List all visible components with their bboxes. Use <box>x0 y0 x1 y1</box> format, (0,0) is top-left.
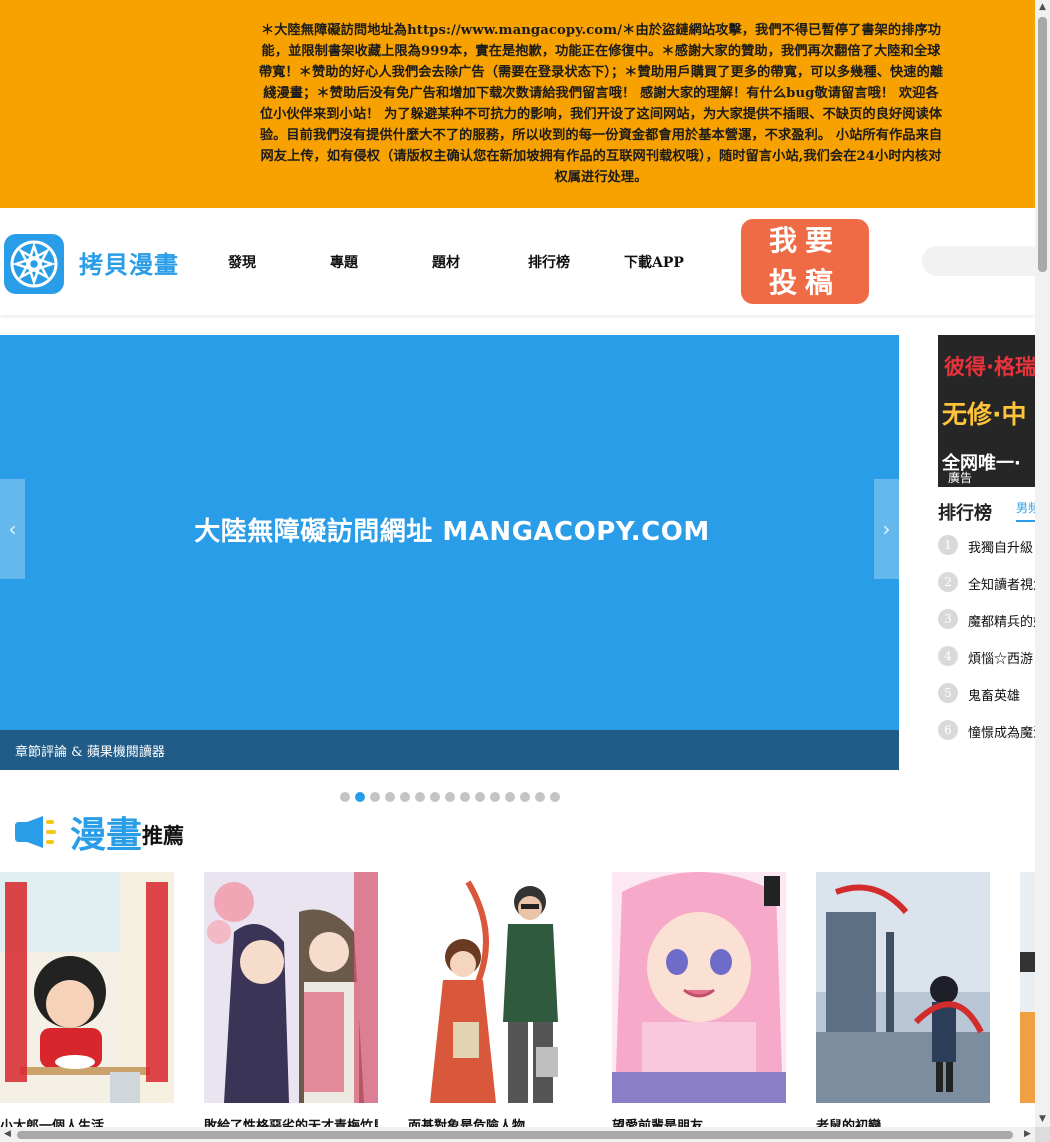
comic-cover[interactable] <box>1020 872 1035 1103</box>
rank-title: 我獨自升級 <box>968 541 1034 556</box>
carousel-dot[interactable] <box>520 792 530 802</box>
carousel-dot[interactable] <box>505 792 515 802</box>
submit-label-line2: 投稿 <box>768 265 841 299</box>
submit-work-button[interactable]: 我要 投稿 <box>741 219 869 304</box>
ranking-item[interactable]: 4 煩惱☆西游 <box>938 646 1050 668</box>
submit-label-line1: 我要 <box>768 223 841 257</box>
ranking-item[interactable]: 1 我獨自升級 <box>938 535 1050 557</box>
comic-cover[interactable] <box>204 872 378 1103</box>
site-logo-text[interactable]: 拷貝漫畫 <box>79 245 179 280</box>
ranking-item[interactable]: 2 全知讀者視角 <box>938 572 1050 594</box>
carousel-dot[interactable] <box>340 792 350 802</box>
scrollbar-corner <box>1035 1127 1050 1142</box>
rank-number: 2 <box>938 572 958 592</box>
carousel-next-button[interactable]: › <box>874 479 899 579</box>
carousel-dot[interactable] <box>385 792 395 802</box>
nav-topics[interactable]: 專題 <box>330 252 358 272</box>
comic-cover[interactable] <box>612 872 786 1103</box>
carousel-dot[interactable] <box>430 792 440 802</box>
scroll-left-icon[interactable]: ◀ <box>0 1127 15 1142</box>
horizontal-scrollbar[interactable]: ◀ ▶ <box>0 1127 1035 1142</box>
announcement-text: ＊大陸無障礙訪問地址為https://www.mangacopy.com/＊由於… <box>258 23 944 185</box>
scroll-down-icon[interactable]: ▼ <box>1035 1112 1050 1127</box>
nav-genres[interactable]: 題材 <box>432 252 460 272</box>
rank-number: 3 <box>938 609 958 629</box>
site-header: 拷貝漫畫 發現 專題 題材 排行榜 下載APP 我要 投稿 <box>0 208 1050 315</box>
comic-card[interactable]: 我 <box>1020 872 1035 1103</box>
carousel-dot[interactable] <box>370 792 380 802</box>
vertical-scrollbar[interactable]: ▲ ▼ <box>1035 0 1050 1127</box>
ad-line-1: 彼得·格瑞 <box>944 355 1036 379</box>
carousel-dot[interactable] <box>400 792 410 802</box>
nav-discover[interactable]: 發現 <box>228 252 256 272</box>
rank-title: 鬼畜英雄 <box>968 689 1021 704</box>
comic-cover[interactable] <box>816 872 990 1103</box>
carousel-dot[interactable] <box>355 792 365 802</box>
scroll-right-icon[interactable]: ▶ <box>1020 1127 1035 1142</box>
search-input[interactable] <box>922 246 1050 276</box>
carousel-dot[interactable] <box>535 792 545 802</box>
comic-card[interactable]: 小太郎一個人生活 <box>0 872 174 1134</box>
vertical-scroll-thumb[interactable] <box>1038 17 1047 272</box>
carousel-prev-button[interactable]: ‹ <box>0 479 25 579</box>
slide-text: 大陸無障礙訪問網址 MANGACOPY.COM <box>194 517 710 547</box>
rank-number: 1 <box>938 535 958 555</box>
ranking-item[interactable]: 3 魔都精兵的奴隸 <box>938 609 1050 631</box>
comic-cover[interactable] <box>408 872 582 1103</box>
chevron-right-icon: › <box>882 517 891 541</box>
ranking-item[interactable]: 5 鬼畜英雄 <box>938 683 1050 705</box>
section-title: 漫畫 <box>70 815 143 856</box>
comic-cover[interactable] <box>0 872 174 1103</box>
rank-number: 6 <box>938 720 958 740</box>
rank-number: 4 <box>938 646 958 666</box>
slide-caption[interactable]: 章節評論 & 蘋果機閱讀器 <box>15 741 165 760</box>
ranking-title: 排行榜 <box>938 503 992 524</box>
comic-card[interactable]: 敗給了性格惡劣的天才青梅竹馬 <box>204 872 378 1134</box>
ad-line-2: 无修·中 <box>942 400 1027 429</box>
nav-download-app[interactable]: 下載APP <box>624 252 684 272</box>
nav-ranking[interactable]: 排行榜 <box>528 252 570 272</box>
chevron-left-icon: ‹ <box>8 517 17 541</box>
site-logo-icon[interactable] <box>4 234 64 294</box>
announcement-banner: ＊大陸無障礙訪問地址為https://www.mangacopy.com/＊由於… <box>0 0 1035 208</box>
carousel-dot[interactable] <box>490 792 500 802</box>
megaphone-icon <box>15 816 56 848</box>
section-subtitle: 推薦 <box>142 824 184 848</box>
ad-label: 廣告 <box>948 471 973 485</box>
carousel-dot[interactable] <box>445 792 455 802</box>
banner-carousel[interactable]: 大陸無障礙訪問網址 MANGACOPY.COM ‹ › 章節評論 & 蘋果機閱讀… <box>0 335 899 770</box>
carousel-pagination <box>340 792 560 802</box>
rank-number: 5 <box>938 683 958 703</box>
horizontal-scroll-thumb[interactable] <box>17 1131 1013 1139</box>
scroll-up-icon[interactable]: ▲ <box>1035 0 1050 15</box>
carousel-dot[interactable] <box>550 792 560 802</box>
carousel-dot[interactable] <box>475 792 485 802</box>
ranking-item[interactable]: 6 憧憬成為魔法少女 <box>938 720 1050 742</box>
comic-card[interactable]: 老鼠的初戀 <box>816 872 990 1134</box>
slide-caption-bar: 章節評論 & 蘋果機閱讀器 <box>0 730 899 770</box>
comic-card[interactable]: 望愛前輩是朋友 <box>612 872 786 1134</box>
advertisement[interactable]: 彼得·格瑞 无修·中 全网唯一· 廣告 <box>938 335 1050 487</box>
rank-title: 煩惱☆西游 <box>968 652 1034 667</box>
carousel-dot[interactable] <box>415 792 425 802</box>
comic-card[interactable]: 面基對象是危險人物 <box>408 872 582 1134</box>
carousel-dot[interactable] <box>460 792 470 802</box>
